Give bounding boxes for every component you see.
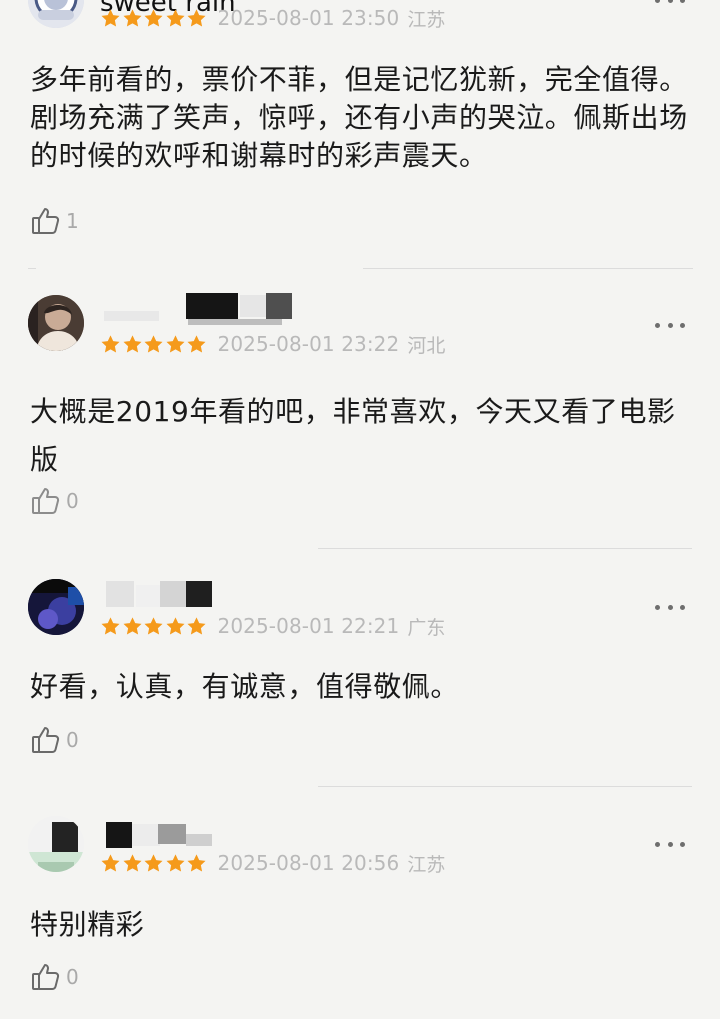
star-icon: [186, 853, 207, 874]
star-icon: [165, 853, 186, 874]
star-icon: [143, 8, 164, 29]
like-count: 0: [66, 965, 79, 989]
star-rating: [100, 8, 208, 29]
star-icon: [143, 334, 164, 355]
avatar[interactable]: [28, 579, 84, 635]
dot: [680, 841, 685, 847]
star-icon: [186, 616, 207, 637]
review-meta: 2025-08-01 22:21 广东: [100, 612, 445, 640]
review-region: 江苏: [407, 853, 446, 876]
like-button[interactable]: 0: [30, 484, 79, 518]
review-date: 2025-08-01 22:21: [217, 614, 400, 638]
thumbs-up-icon: [30, 485, 62, 517]
review-region: 江苏: [407, 8, 446, 31]
review-meta: 2025-08-01 23:22 河北: [100, 330, 445, 358]
avatar[interactable]: [28, 0, 84, 28]
dot: [680, 604, 685, 610]
dot: [655, 0, 660, 3]
review-item: sweet rain 2025-08-01 23:50 江苏 多年前看的，票价不…: [0, 0, 720, 268]
review-meta: 2025-08-01 23:50 江苏: [100, 4, 445, 32]
review-text: 大概是2019年看的吧，非常喜欢，今天又看了电影版: [30, 395, 676, 476]
dot: [680, 322, 685, 328]
star-icon: [100, 8, 121, 29]
review-text: 好看，认真，有诚意，值得敬佩。: [30, 670, 460, 703]
dot: [655, 322, 660, 328]
star-icon: [143, 616, 164, 637]
redaction-mask: [132, 824, 160, 846]
more-options-button[interactable]: [655, 603, 685, 611]
review-meta: 2025-08-01 20:56 江苏: [100, 849, 445, 877]
review-region: 河北: [407, 334, 446, 357]
redaction-mask: [160, 581, 186, 607]
thumbs-up-icon: [30, 724, 62, 756]
review-region: 广东: [407, 616, 446, 639]
star-rating: [100, 334, 208, 355]
like-count: 0: [66, 728, 79, 752]
review-text: 多年前看的，票价不菲，但是记忆犹新，完全值得。剧场充满了笑声，惊呼，还有小声的哭…: [30, 63, 688, 172]
star-icon: [186, 8, 207, 29]
redaction-mask: [186, 293, 238, 319]
dot: [655, 604, 660, 610]
review-date: 2025-08-01 23:22: [217, 332, 400, 356]
avatar[interactable]: [28, 295, 84, 351]
like-button[interactable]: 0: [30, 723, 79, 757]
redaction-mask: [158, 824, 186, 844]
redaction-mask: [106, 822, 132, 848]
redaction-mask: [106, 581, 134, 607]
redaction-mask: [188, 319, 282, 325]
star-icon: [100, 334, 121, 355]
review-text: 特别精彩: [30, 908, 145, 941]
like-button[interactable]: 0: [30, 960, 79, 994]
redaction-mask: [104, 311, 159, 321]
star-icon: [143, 853, 164, 874]
star-icon: [100, 616, 121, 637]
star-icon: [186, 334, 207, 355]
review-item: 2025-08-01 20:56 江苏 特别精彩 0: [0, 786, 720, 1019]
more-options-button[interactable]: [655, 0, 685, 4]
star-icon: [165, 334, 186, 355]
star-icon: [100, 853, 121, 874]
review-date: 2025-08-01 23:50: [217, 6, 400, 30]
star-icon: [165, 616, 186, 637]
dot: [667, 0, 673, 3]
star-icon: [122, 8, 143, 29]
more-options-button[interactable]: [655, 321, 685, 329]
dot: [667, 604, 673, 610]
dot: [667, 841, 673, 847]
star-rating: [100, 853, 208, 874]
thumbs-up-icon: [30, 961, 62, 993]
redaction-mask: [186, 581, 212, 607]
redaction-mask: [186, 834, 212, 846]
like-count: 0: [66, 489, 79, 513]
thumbs-up-icon: [30, 205, 62, 237]
review-item: 2025-08-01 22:21 广东 好看，认真，有诚意，值得敬佩。 0: [0, 548, 720, 786]
star-icon: [165, 8, 186, 29]
like-button[interactable]: 1: [30, 204, 79, 238]
like-count: 1: [66, 209, 79, 233]
redaction-mask: [240, 295, 268, 317]
review-item: 2025-08-01 23:22 河北 大概是2019年看的吧，非常喜欢，今天又…: [0, 268, 720, 548]
dot: [655, 841, 660, 847]
star-icon: [122, 616, 143, 637]
redaction-mask: [266, 293, 292, 319]
star-rating: [100, 616, 208, 637]
star-icon: [122, 334, 143, 355]
review-date: 2025-08-01 20:56: [217, 851, 400, 875]
avatar[interactable]: [28, 816, 84, 872]
dot: [667, 322, 673, 328]
dot: [680, 0, 685, 3]
star-icon: [122, 853, 143, 874]
more-options-button[interactable]: [655, 840, 685, 848]
